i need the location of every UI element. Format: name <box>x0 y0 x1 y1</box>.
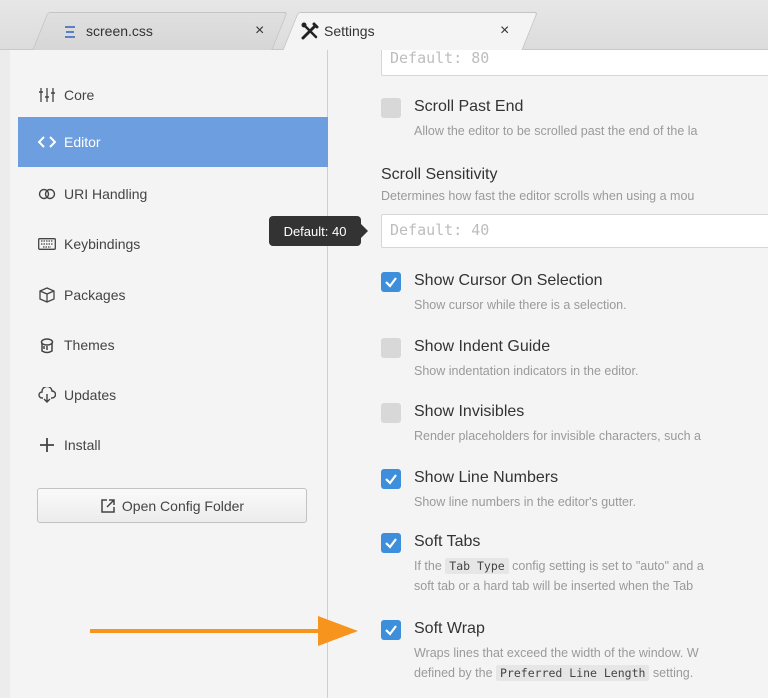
show-cursor-on-selection-checkbox[interactable] <box>381 272 401 292</box>
checkmark-icon <box>385 277 397 288</box>
input-placeholder: Default: 80 <box>390 50 490 67</box>
setting-description: Wraps lines that exceed the width of the… <box>414 643 699 683</box>
setting-title: Show Indent Guide <box>414 338 551 355</box>
cloud-download-icon <box>38 386 56 404</box>
soft-tabs-checkbox[interactable] <box>381 533 401 553</box>
sidebar-item-label: Packages <box>64 287 126 303</box>
sidebar-item-label: Core <box>64 87 95 103</box>
setting-description: Show line numbers in the editor's gutter… <box>414 495 636 509</box>
sidebar-item-label: URI Handling <box>64 186 148 202</box>
code-icon <box>38 133 56 151</box>
package-icon <box>38 286 56 304</box>
tools-icon <box>301 22 319 40</box>
close-icon[interactable]: × <box>255 22 264 40</box>
checkmark-icon <box>385 474 397 485</box>
preferred-line-length-input[interactable]: Default: 80 <box>381 50 768 76</box>
tab-screen-css[interactable]: screen.css × <box>32 12 288 50</box>
plus-icon <box>38 436 56 454</box>
setting-description: Allow the editor to be scrolled past the… <box>414 124 698 138</box>
sidebar-item-label: Install <box>64 437 101 453</box>
setting-title: Show Invisibles <box>414 403 525 420</box>
scroll-sensitivity-tooltip: Default: 40 <box>269 216 368 246</box>
scroll-past-end-checkbox[interactable] <box>381 98 401 118</box>
desc-text: defined by the <box>414 666 493 680</box>
sidebar-item-themes[interactable]: Themes <box>18 320 328 370</box>
show-indent-guide-checkbox[interactable] <box>381 338 401 358</box>
tab-label: Settings <box>324 23 375 39</box>
sidebar-item-label: Keybindings <box>64 236 141 252</box>
scroll-sensitivity-description: Determines how fast the editor scrolls w… <box>381 189 695 203</box>
setting-description: Render placeholders for invisible charac… <box>414 429 701 443</box>
external-link-icon <box>100 498 116 514</box>
sidebar-item-updates[interactable]: Updates <box>18 370 328 420</box>
left-edge <box>0 50 10 698</box>
link-icon <box>38 185 56 203</box>
desc-text: setting. <box>652 666 694 680</box>
scroll-sensitivity-input[interactable]: Default: 40 <box>381 214 768 248</box>
sidebar-item-label: Themes <box>64 337 115 353</box>
tab-label: screen.css <box>86 23 153 39</box>
tab-bar: screen.css × Settings × <box>0 0 768 51</box>
setting-title: Show Cursor On Selection <box>414 272 603 289</box>
sidebar-item-label: Updates <box>64 387 117 403</box>
close-icon[interactable]: × <box>500 22 509 40</box>
editor-settings-panel: Default: 80 Scroll Past End Allow the ed… <box>329 50 768 698</box>
setting-description: Show indentation indicators in the edito… <box>414 364 639 378</box>
setting-title: Scroll Past End <box>414 98 524 115</box>
soft-wrap-checkbox[interactable] <box>381 620 401 640</box>
setting-title: Soft Wrap <box>414 620 485 637</box>
checkmark-icon <box>385 625 397 636</box>
setting-title: Soft Tabs <box>414 533 481 550</box>
sidebar-item-install[interactable]: Install <box>18 420 328 470</box>
sidebar-item-packages[interactable]: Packages <box>18 270 328 320</box>
setting-description: Show cursor while there is a selection. <box>414 298 627 312</box>
tab-settings[interactable]: Settings × <box>282 12 538 51</box>
input-placeholder: Default: 40 <box>390 221 490 239</box>
sidebar-item-uri-handling[interactable]: URI Handling <box>18 169 328 219</box>
show-line-numbers-checkbox[interactable] <box>381 469 401 489</box>
annotation-arrow-icon <box>90 616 358 646</box>
open-config-label: Open Config Folder <box>121 497 245 514</box>
desc-text: If the <box>414 559 442 573</box>
sidebar-item-core[interactable]: Core <box>18 70 328 120</box>
settings-sidebar: Core Editor URI Handling Keybindings Pac… <box>10 50 328 698</box>
checkmark-icon <box>385 538 397 549</box>
show-invisibles-checkbox[interactable] <box>381 403 401 423</box>
keyboard-icon <box>38 235 56 253</box>
code-snippet: Preferred Line Length <box>496 665 650 681</box>
paint-bucket-icon <box>38 336 56 354</box>
desc-text: config setting is set to "auto" and a <box>512 559 704 573</box>
sidebar-item-label: Editor <box>64 134 101 150</box>
sliders-icon <box>38 86 56 104</box>
sidebar-item-editor[interactable]: Editor <box>18 117 328 167</box>
desc-text: Wraps lines that exceed the width of the… <box>414 646 699 660</box>
scroll-sensitivity-title: Scroll Sensitivity <box>381 166 498 183</box>
setting-description: If the Tab Type config setting is set to… <box>414 556 704 596</box>
open-config-folder-button[interactable]: Open Config Folder <box>37 488 307 523</box>
css-file-icon <box>65 26 75 38</box>
code-snippet: Tab Type <box>445 558 509 574</box>
desc-text: soft tab or a hard tab will be inserted … <box>414 579 694 593</box>
setting-title: Show Line Numbers <box>414 469 559 486</box>
